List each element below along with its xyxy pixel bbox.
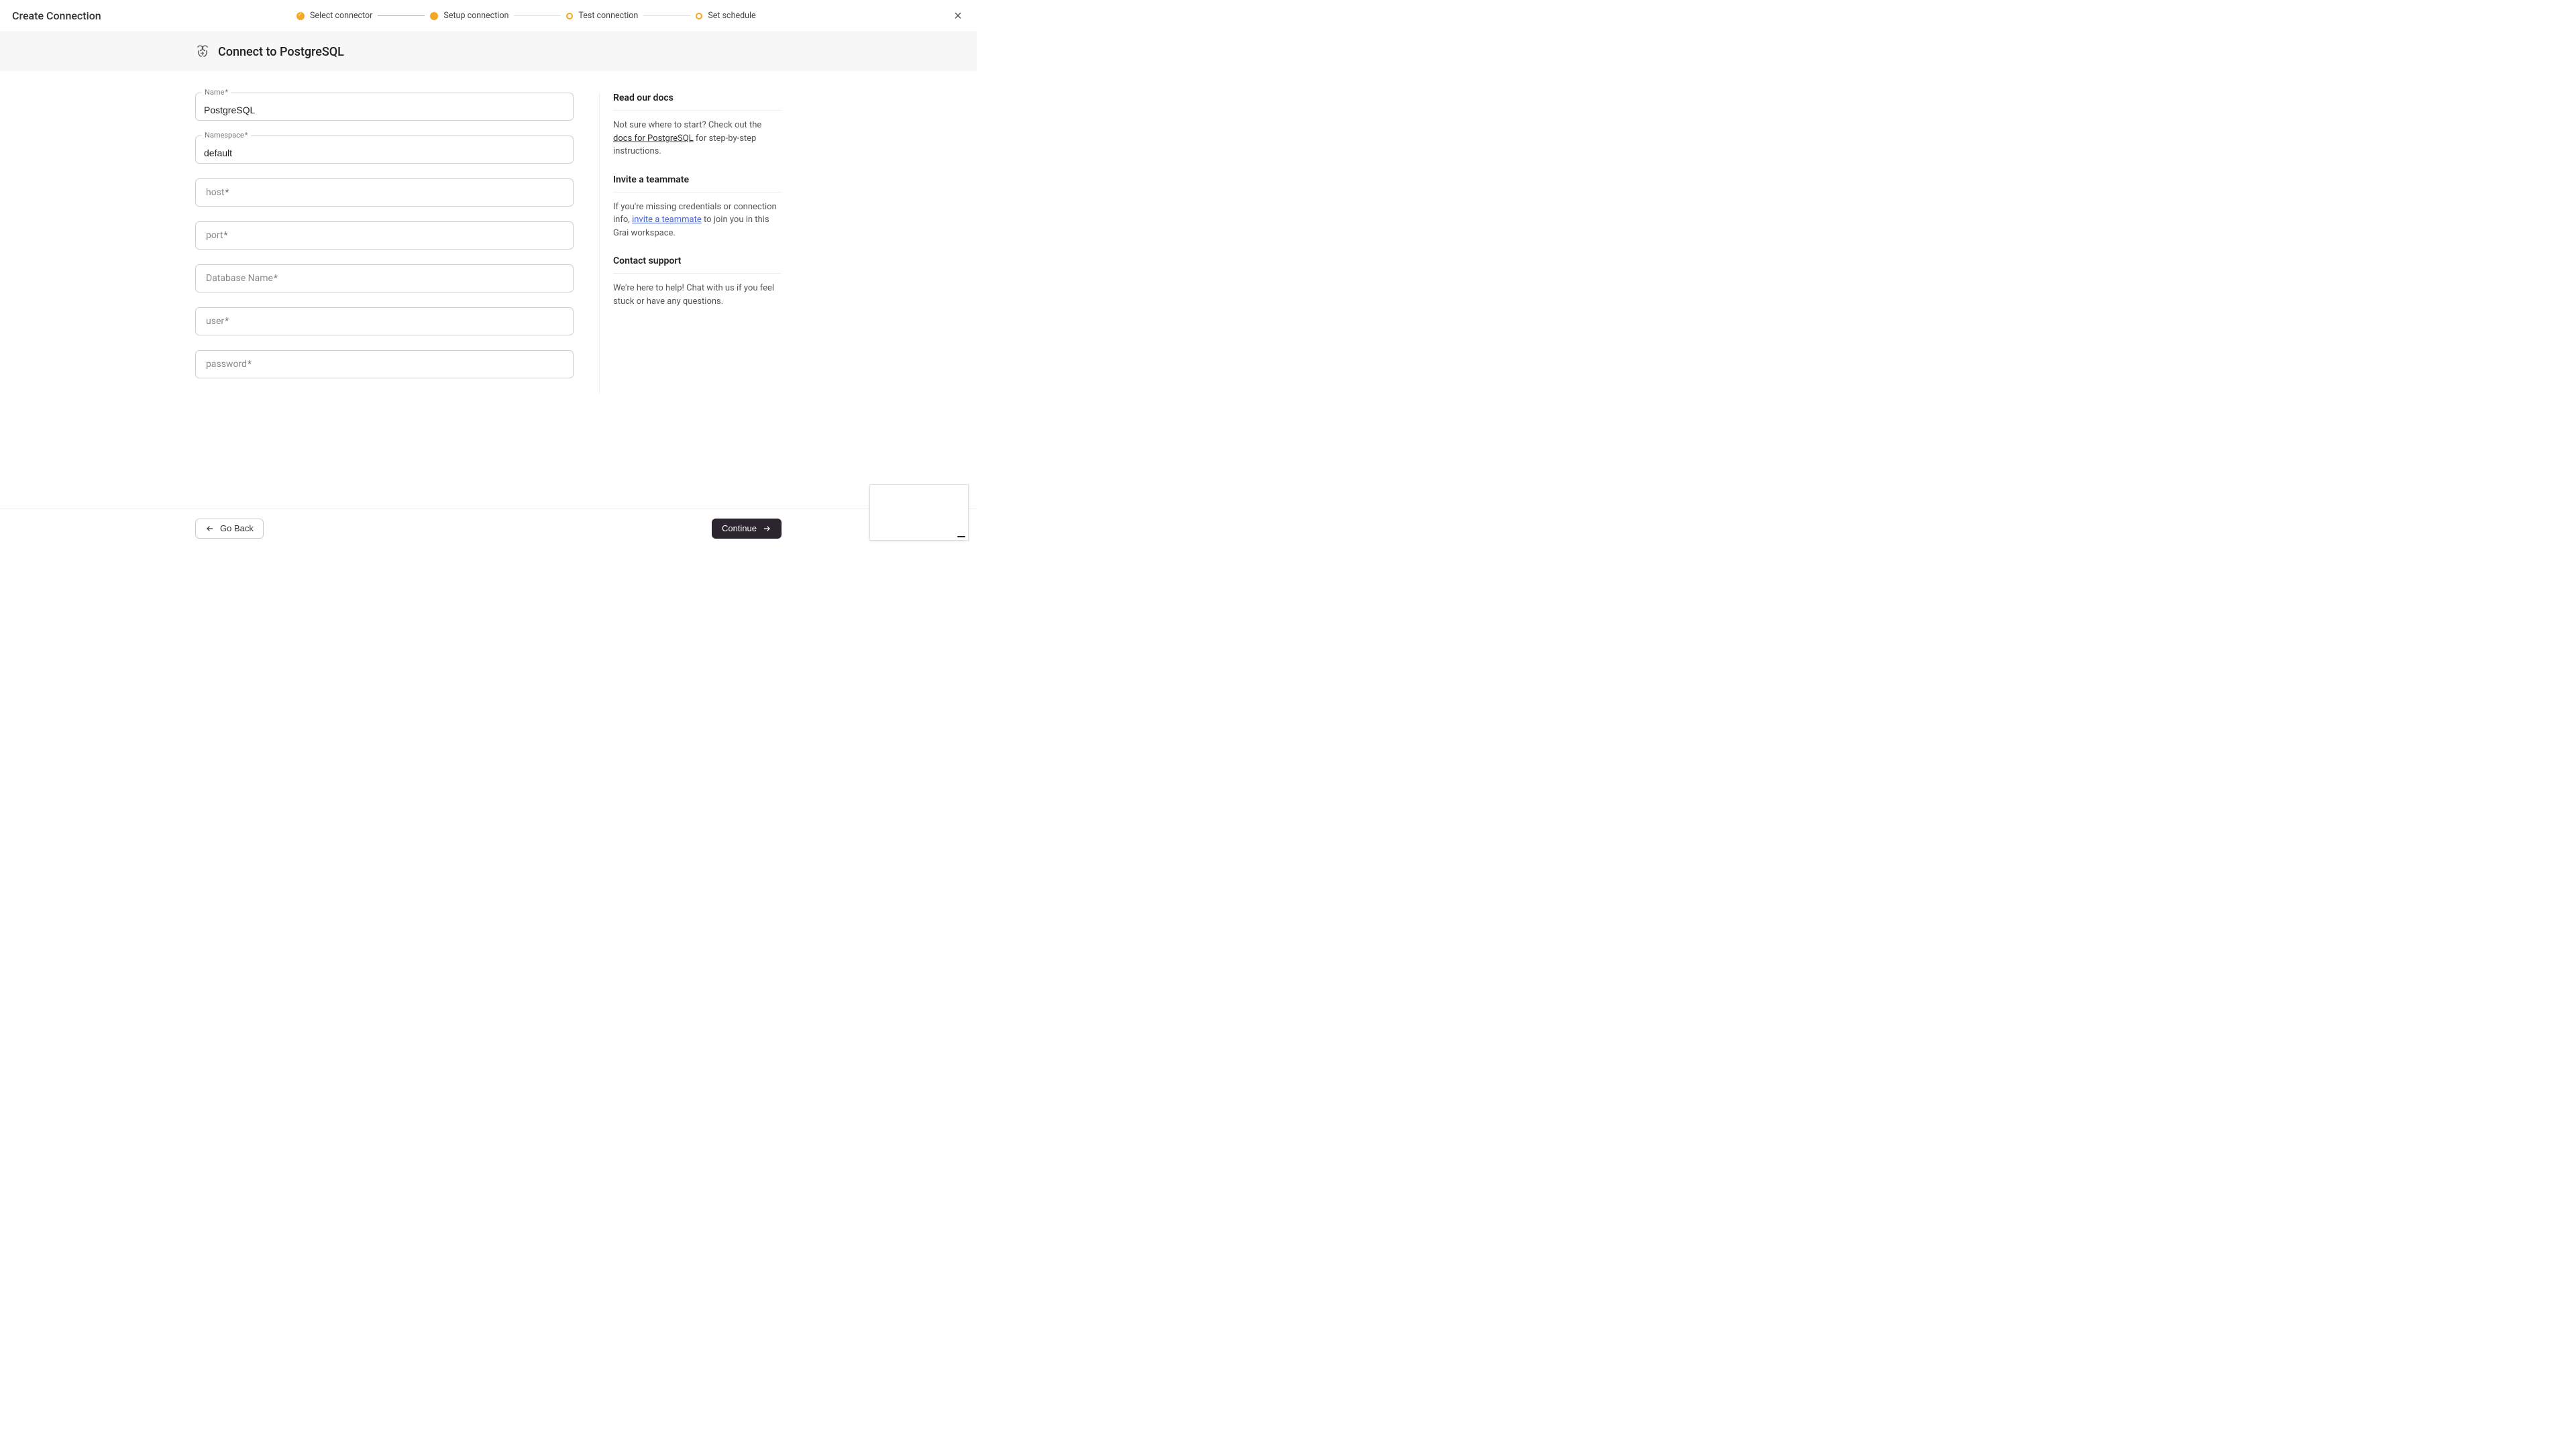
help-sidebar: Read our docs Not sure where to start? C…: [599, 93, 782, 393]
preview-thumbnail[interactable]: [869, 484, 969, 541]
postgresql-icon: [195, 44, 210, 59]
dot-icon: [430, 12, 438, 20]
circle-icon: [566, 13, 573, 19]
field-port: port*: [195, 221, 574, 250]
step-setup-connection[interactable]: Setup connection: [430, 11, 508, 21]
footer-bar: Go Back Continue: [0, 508, 977, 547]
support-heading: Contact support: [613, 256, 782, 266]
invite-heading: Invite a teammate: [613, 174, 782, 185]
field-database-name: Database Name*: [195, 264, 574, 292]
name-input[interactable]: [195, 93, 574, 121]
connection-form: Name* Namespace* host* port* Database Na: [195, 93, 574, 393]
stepper: Select connector Setup connection Test c…: [297, 11, 756, 21]
field-label: Namespace*: [202, 131, 251, 140]
step-connector: [514, 15, 561, 16]
button-label: Continue: [722, 523, 757, 533]
preview-badge: [957, 536, 965, 537]
field-password: password*: [195, 350, 574, 378]
step-select-connector[interactable]: Select connector: [297, 11, 372, 21]
main-content: Name* Namespace* host* port* Database Na: [195, 93, 782, 393]
go-back-button[interactable]: Go Back: [195, 519, 264, 539]
namespace-input[interactable]: [195, 136, 574, 164]
field-user: user*: [195, 307, 574, 335]
field-label: user*: [203, 316, 231, 327]
field-host: host*: [195, 178, 574, 207]
close-icon: ×: [954, 9, 962, 23]
continue-button[interactable]: Continue: [712, 519, 782, 539]
docs-heading: Read our docs: [613, 93, 782, 103]
button-label: Go Back: [220, 523, 254, 533]
field-label: Name*: [202, 88, 231, 97]
check-circle-icon: [297, 12, 305, 20]
step-connector: [378, 15, 425, 16]
support-text: We're here to help! Chat with us if you …: [613, 282, 782, 308]
step-label: Test connection: [578, 11, 638, 21]
field-label: port*: [203, 230, 231, 241]
port-input[interactable]: [195, 221, 574, 250]
page-title: Create Connection: [12, 9, 101, 22]
close-button[interactable]: ×: [951, 9, 965, 23]
step-label: Setup connection: [443, 11, 508, 21]
host-input[interactable]: [195, 178, 574, 207]
step-set-schedule[interactable]: Set schedule: [696, 11, 755, 21]
step-label: Select connector: [310, 11, 372, 21]
arrow-left-icon: [205, 524, 215, 533]
subheader: Connect to PostgreSQL: [0, 32, 977, 71]
divider: [613, 110, 782, 111]
invite-text: If you're missing credentials or connect…: [613, 201, 782, 240]
field-namespace: Namespace*: [195, 136, 574, 164]
field-label: host*: [203, 187, 232, 198]
invite-link[interactable]: invite a teammate: [632, 215, 702, 225]
step-label: Set schedule: [708, 11, 755, 21]
docs-section: Read our docs Not sure where to start? C…: [613, 93, 782, 158]
docs-text: Not sure where to start? Check out the d…: [613, 119, 782, 158]
field-label: Database Name*: [203, 273, 280, 284]
invite-section: Invite a teammate If you're missing cred…: [613, 174, 782, 240]
docs-link[interactable]: docs for PostgreSQL: [613, 133, 694, 144]
arrow-right-icon: [762, 524, 771, 533]
divider: [613, 273, 782, 274]
header-bar: Create Connection Select connector Setup…: [0, 0, 977, 32]
user-input[interactable]: [195, 307, 574, 335]
divider: [613, 192, 782, 193]
step-connector: [643, 15, 690, 16]
field-label: password*: [203, 359, 254, 370]
circle-icon: [696, 13, 702, 19]
connector-title: Connect to PostgreSQL: [218, 45, 344, 59]
step-test-connection[interactable]: Test connection: [566, 11, 638, 21]
field-name: Name*: [195, 93, 574, 121]
support-section: Contact support We're here to help! Chat…: [613, 256, 782, 308]
